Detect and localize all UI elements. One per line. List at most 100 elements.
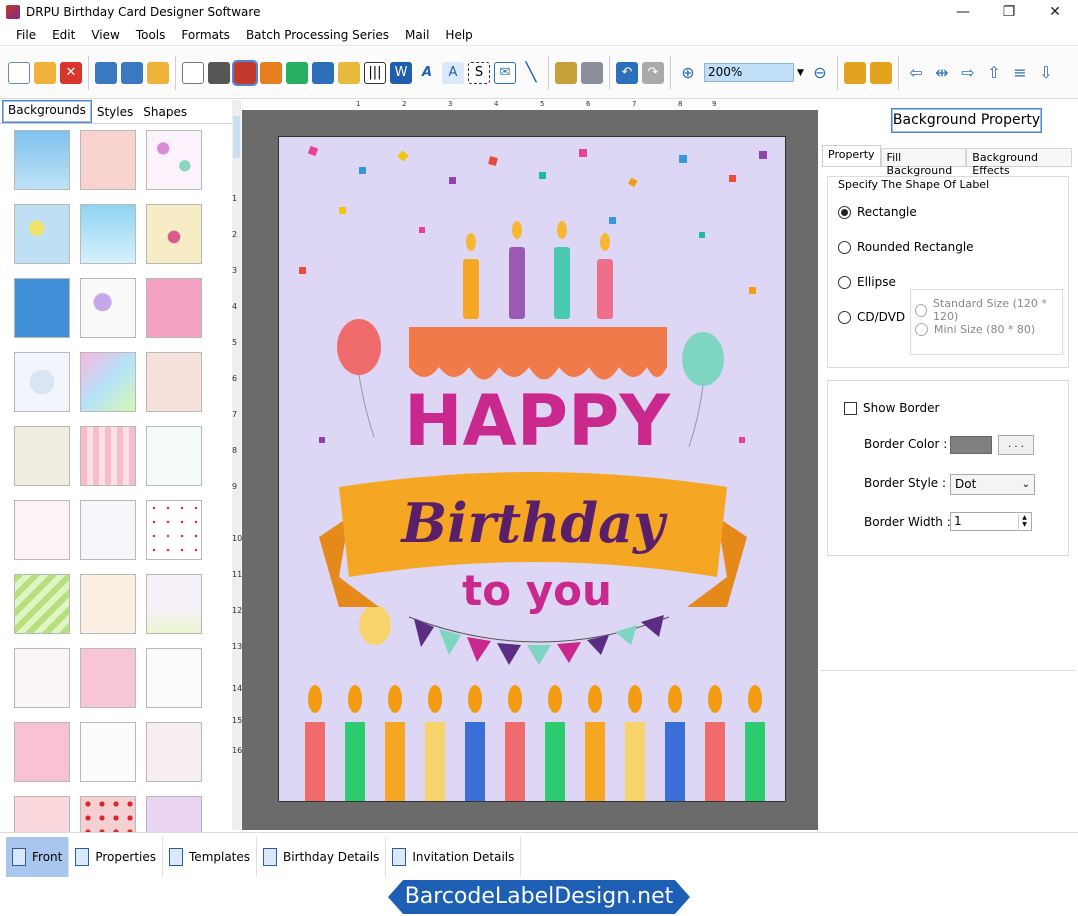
menu-batch-processing[interactable]: Batch Processing Series xyxy=(238,28,397,42)
close-button[interactable]: ✕ xyxy=(1032,0,1078,24)
border-color-swatch[interactable] xyxy=(950,436,992,454)
arrow-down-icon[interactable]: ⇩ xyxy=(1035,62,1057,84)
zoom-combo[interactable]: 200% ▼ xyxy=(704,63,804,82)
signature-icon[interactable]: S xyxy=(468,61,490,84)
tab-styles[interactable]: Styles xyxy=(92,103,138,123)
menu-tools[interactable]: Tools xyxy=(128,28,174,42)
background-thumbnail[interactable] xyxy=(14,130,70,190)
background-thumbnail[interactable] xyxy=(146,574,202,634)
radio-rectangle[interactable]: Rectangle xyxy=(838,205,917,219)
zoom-value[interactable]: 200% xyxy=(704,63,794,82)
minimize-button[interactable]: — xyxy=(940,0,986,24)
background-thumbnail[interactable] xyxy=(14,722,70,782)
background-thumbnail[interactable] xyxy=(14,204,70,264)
border-color-picker-button[interactable]: . . . xyxy=(998,435,1034,455)
checkbox[interactable] xyxy=(844,401,857,415)
pencil-icon[interactable] xyxy=(312,61,334,84)
zoom-out-icon[interactable]: ⊖ xyxy=(809,62,831,84)
background-thumbnail[interactable] xyxy=(80,648,136,708)
background-thumbnail[interactable] xyxy=(146,648,202,708)
background-tool-icon[interactable] xyxy=(232,59,258,86)
database-gray-icon[interactable] xyxy=(581,61,603,84)
tab-properties[interactable]: Properties xyxy=(69,836,164,877)
close-file-icon[interactable]: ✕ xyxy=(60,61,82,84)
align-icon[interactable]: ≡ xyxy=(1009,62,1031,84)
save-as-icon[interactable] xyxy=(121,61,143,84)
arrow-left-icon[interactable]: ⇦ xyxy=(905,62,927,84)
radio-mini-size[interactable]: Mini Size (80 * 80) xyxy=(915,323,1035,336)
menu-help[interactable]: Help xyxy=(437,28,480,42)
background-thumbnail[interactable] xyxy=(80,722,136,782)
background-thumbnail[interactable] xyxy=(146,426,202,486)
background-thumbnail[interactable] xyxy=(14,574,70,634)
background-thumbnail[interactable] xyxy=(146,278,202,338)
chevron-down-icon[interactable]: ▼ xyxy=(797,68,804,78)
spinner-arrows-icon[interactable]: ▲ ▼ xyxy=(1018,514,1030,529)
tab-backgrounds[interactable]: Backgrounds xyxy=(2,100,92,123)
save-icon[interactable] xyxy=(95,61,117,84)
database-icon[interactable] xyxy=(555,61,577,84)
background-thumbnail[interactable] xyxy=(14,648,70,708)
menu-file[interactable]: File xyxy=(8,28,44,42)
new-icon[interactable] xyxy=(8,61,30,84)
menu-mail[interactable]: Mail xyxy=(397,28,437,42)
background-thumbnail[interactable] xyxy=(146,204,202,264)
tab-shapes[interactable]: Shapes xyxy=(138,103,192,123)
tab-birthday-details[interactable]: Birthday Details xyxy=(257,836,387,877)
background-thumbnail[interactable] xyxy=(146,722,202,782)
text-box-icon[interactable]: A xyxy=(442,61,464,84)
tab-background-effects[interactable]: Background Effects xyxy=(966,148,1072,177)
shapes-icon[interactable] xyxy=(338,61,360,84)
background-thumbnail[interactable] xyxy=(14,352,70,412)
open-folder-icon[interactable] xyxy=(34,61,56,84)
barcode-icon[interactable]: ||| xyxy=(364,61,386,84)
flip-icon[interactable]: ⇹ xyxy=(931,62,953,84)
background-thumbnail[interactable] xyxy=(80,352,136,412)
design-canvas[interactable]: HAPPY Birthday to you xyxy=(242,110,818,830)
tab-templates[interactable]: Templates xyxy=(163,836,258,877)
tab-front[interactable]: Front xyxy=(6,836,70,877)
background-thumbnail[interactable] xyxy=(80,426,136,486)
menu-formats[interactable]: Formats xyxy=(173,28,238,42)
wordart-icon[interactable]: W xyxy=(390,61,412,84)
background-thumbnail[interactable] xyxy=(80,278,136,338)
maximize-button[interactable]: ❐ xyxy=(986,0,1032,24)
zoom-in-icon[interactable]: ⊕ xyxy=(677,62,699,84)
menu-view[interactable]: View xyxy=(83,28,127,42)
print-icon[interactable] xyxy=(208,61,230,84)
image-icon[interactable] xyxy=(286,61,308,84)
background-thumbnail[interactable] xyxy=(80,130,136,190)
line-icon[interactable]: ╲ xyxy=(520,62,542,84)
gift-icon[interactable] xyxy=(260,61,282,84)
menu-edit[interactable]: Edit xyxy=(44,28,83,42)
border-width-spinner[interactable]: 1 ▲ ▼ xyxy=(950,512,1032,531)
background-thumbnail[interactable] xyxy=(14,500,70,560)
arrow-right-icon[interactable]: ⇨ xyxy=(957,62,979,84)
tab-invitation-details[interactable]: Invitation Details xyxy=(386,836,522,877)
show-border-checkbox[interactable]: Show Border xyxy=(844,401,939,415)
radio-standard-size[interactable]: Standard Size (120 * 120) xyxy=(915,297,1062,323)
tab-property[interactable]: Property xyxy=(822,145,881,166)
birthday-card[interactable]: HAPPY Birthday to you xyxy=(278,136,786,802)
radio-ellipse[interactable]: Ellipse xyxy=(838,275,896,289)
export-icon[interactable] xyxy=(147,61,169,84)
unlock-icon[interactable] xyxy=(869,61,892,84)
background-thumbnail[interactable] xyxy=(146,500,202,560)
mail-icon[interactable]: ✉ xyxy=(494,61,516,84)
tab-fill-background[interactable]: Fill Background xyxy=(880,148,967,177)
background-thumbnail[interactable] xyxy=(80,500,136,560)
background-thumbnail[interactable] xyxy=(80,574,136,634)
radio-rounded-rectangle[interactable]: Rounded Rectangle xyxy=(838,240,974,254)
print-preview-icon[interactable] xyxy=(182,61,204,84)
border-style-select[interactable]: Dot ⌄ xyxy=(950,474,1035,495)
text-icon[interactable]: A xyxy=(416,62,438,84)
undo-icon[interactable]: ↶ xyxy=(616,61,638,84)
arrow-up-icon[interactable]: ⇧ xyxy=(983,62,1005,84)
background-thumbnail[interactable] xyxy=(146,352,202,412)
background-thumbnail[interactable] xyxy=(146,130,202,190)
background-thumbnail[interactable] xyxy=(80,204,136,264)
lock-icon[interactable] xyxy=(843,61,866,84)
redo-icon[interactable]: ↷ xyxy=(642,61,664,84)
radio-cd-dvd[interactable]: CD/DVD xyxy=(838,310,905,324)
background-thumbnail[interactable] xyxy=(14,278,70,338)
